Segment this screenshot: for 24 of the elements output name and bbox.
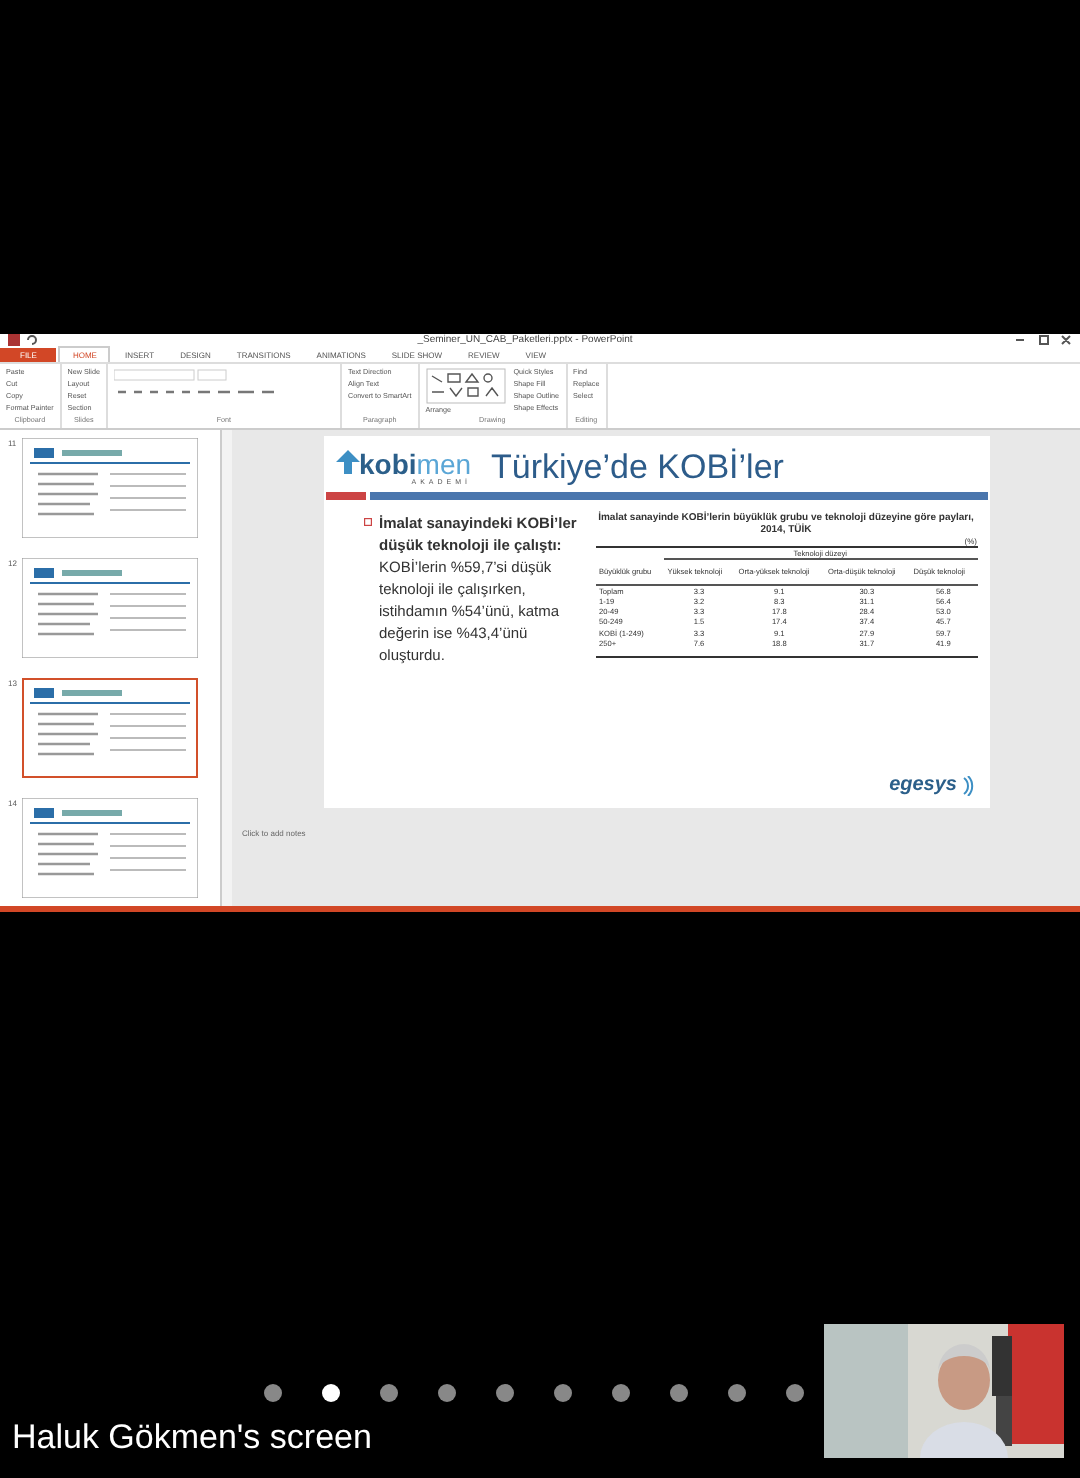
page-dot[interactable] [264, 1384, 282, 1402]
slide-title: Türkiye’de KOBİ’ler [491, 448, 784, 488]
slide-thumbnail[interactable] [22, 438, 199, 538]
signal-waves-icon [961, 775, 973, 795]
logo-text: kobimen [359, 450, 472, 478]
page-dot[interactable] [380, 1384, 398, 1402]
page-dot[interactable] [438, 1384, 456, 1402]
arrow-logo-icon [335, 450, 359, 474]
page-dot[interactable] [670, 1384, 688, 1402]
window-controls-icon[interactable] [1012, 334, 1072, 346]
page-dot[interactable] [496, 1384, 514, 1402]
page-dot[interactable] [612, 1384, 630, 1402]
undo-icon[interactable] [26, 334, 38, 346]
page-dot[interactable] [728, 1384, 746, 1402]
bullet-icon [363, 518, 371, 526]
footer-logo: egesys [889, 774, 957, 796]
page-dot[interactable] [554, 1384, 572, 1402]
slide-thumbnail[interactable] [22, 558, 199, 658]
shapes-gallery-icon[interactable] [425, 368, 506, 404]
screen-share-label: Haluk Gökmen's screen [12, 1418, 374, 1458]
slide-thumbnail[interactable] [22, 678, 199, 778]
slide-thumbnail[interactable] [22, 798, 199, 898]
page-dot[interactable] [322, 1384, 340, 1402]
page-dot[interactable] [786, 1384, 804, 1402]
